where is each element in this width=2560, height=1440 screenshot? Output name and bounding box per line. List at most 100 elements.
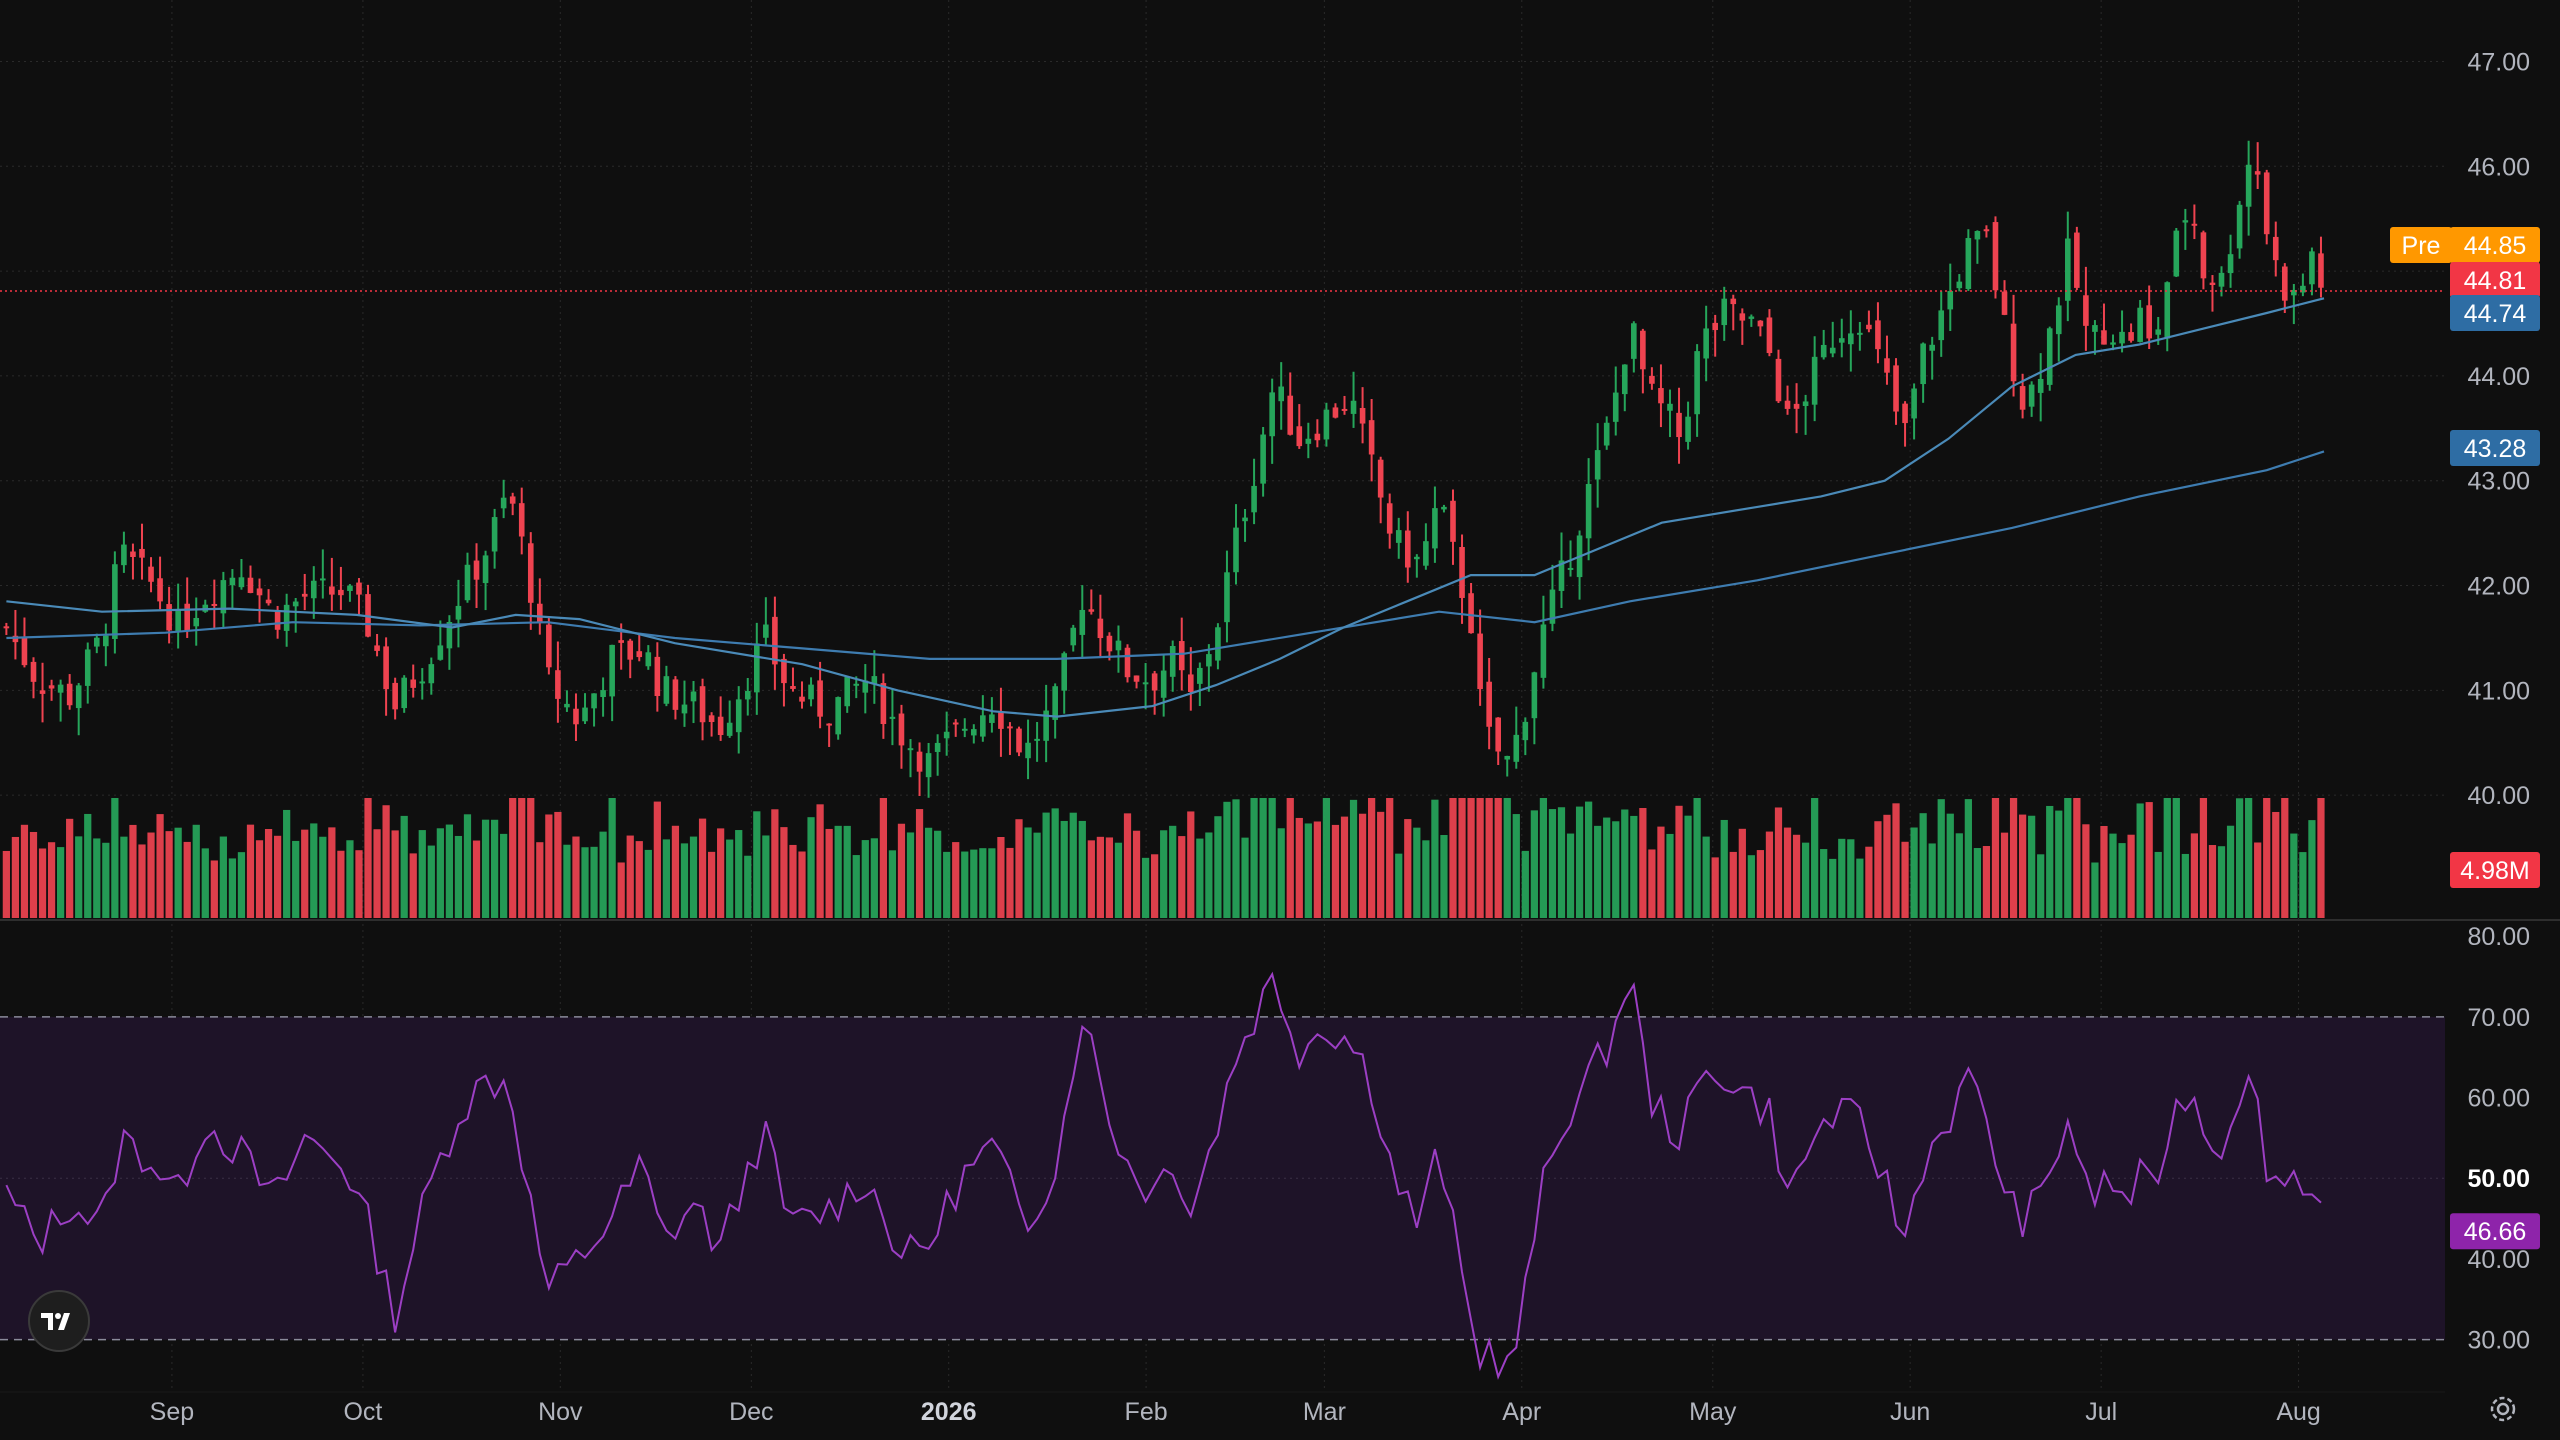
volume-bar xyxy=(463,814,472,918)
volume-bar xyxy=(1991,798,2000,918)
candle-body xyxy=(3,626,10,629)
volume-bar xyxy=(364,798,372,918)
price-tick-label: 46.00 xyxy=(2467,153,2530,181)
candle-body xyxy=(1097,618,1104,639)
volume-bar xyxy=(1630,815,1638,918)
badge-text: 4.98M xyxy=(2460,857,2529,885)
volume-bar xyxy=(201,848,209,918)
candle-body xyxy=(455,605,462,620)
volume-bar xyxy=(2037,854,2045,918)
volume-bar xyxy=(1169,825,1177,918)
candle-body xyxy=(1377,459,1384,498)
candle-body xyxy=(347,585,353,591)
badge-text: 46.66 xyxy=(2464,1218,2527,1246)
candle-body xyxy=(2236,204,2243,249)
volume-bar xyxy=(210,860,218,918)
rsi-value-badge: 46.66 xyxy=(2450,1213,2540,1250)
tradingview-logo-icon[interactable] xyxy=(28,1290,90,1352)
candle-body xyxy=(1829,347,1836,354)
volume-bar xyxy=(255,840,264,918)
candle-body xyxy=(1305,438,1312,444)
rsi-tick-label: 60.00 xyxy=(2467,1085,2530,1113)
time-tick-label: Mar xyxy=(1303,1398,1346,1426)
volume-bar xyxy=(1666,833,1674,918)
volume-bar xyxy=(608,798,616,918)
volume-bar xyxy=(744,855,752,918)
volume-bar xyxy=(2018,814,2027,918)
volume-bar xyxy=(1973,848,1982,918)
candle-body xyxy=(1748,316,1755,319)
volume-bar xyxy=(1892,803,1900,918)
volume-bar xyxy=(273,835,282,918)
volume-bar xyxy=(2208,845,2217,918)
candle-body xyxy=(627,640,634,660)
candle-body xyxy=(1269,392,1275,437)
volume-bar xyxy=(1720,819,1728,918)
candle-body xyxy=(2101,330,2107,345)
candle-body xyxy=(1197,667,1203,684)
volume-bar xyxy=(581,847,589,918)
candle-body xyxy=(1793,403,1800,409)
candle-body xyxy=(754,643,760,693)
volume-bar xyxy=(1539,798,1548,918)
time-tick-label: Nov xyxy=(538,1398,583,1426)
volume-bar xyxy=(2073,798,2081,918)
candle-body xyxy=(699,686,706,723)
candle-body xyxy=(1341,408,1348,411)
price-tick-label: 43.00 xyxy=(2467,468,2530,496)
candle-body xyxy=(1857,332,1863,335)
badge-text: 43.28 xyxy=(2464,435,2527,463)
volume-bar xyxy=(2199,798,2208,918)
candle-body xyxy=(383,646,389,690)
candle-body xyxy=(1658,388,1664,404)
volume-bar xyxy=(707,851,716,918)
volume-bar xyxy=(1756,850,1765,918)
volume-bar xyxy=(228,858,237,918)
volume-bar xyxy=(1765,831,1774,918)
candle-body xyxy=(1486,681,1492,727)
volume-bar xyxy=(1069,812,1077,918)
volume-bar xyxy=(1078,820,1086,918)
volume-bar xyxy=(1476,798,1484,918)
volume-bar xyxy=(825,828,833,918)
candle-body xyxy=(2173,230,2180,277)
candle-body xyxy=(464,564,471,601)
candle-body xyxy=(1757,320,1764,327)
candle-body xyxy=(1667,403,1673,411)
volume-bar xyxy=(1440,835,1448,918)
volume-bar xyxy=(1232,799,1240,918)
candle-body xyxy=(2092,325,2098,332)
gear-icon[interactable] xyxy=(2486,1392,2520,1426)
volume-bar xyxy=(120,836,128,918)
volume-bar xyxy=(780,827,788,918)
candle-body xyxy=(491,517,498,552)
price-chart[interactable]: 47.0046.0045.0044.0043.0042.0041.0040.00… xyxy=(0,0,2560,1440)
candle-body xyxy=(1522,721,1529,741)
candle-body xyxy=(555,670,561,699)
candle-body xyxy=(1296,426,1303,447)
volume-bar xyxy=(1178,836,1186,918)
candle-body xyxy=(763,624,769,638)
volume-bar xyxy=(147,832,155,918)
volume-bar xyxy=(1530,810,1538,918)
candle-body xyxy=(1848,333,1854,345)
sma-200-line xyxy=(6,450,2325,660)
candle-body xyxy=(2046,328,2053,385)
volume-bar xyxy=(75,836,83,918)
volume-bar xyxy=(807,817,815,918)
candle-body xyxy=(1739,313,1746,321)
volume-bar xyxy=(599,831,607,918)
candle-body xyxy=(21,636,28,666)
volume-bar xyxy=(192,824,200,918)
candle-body xyxy=(139,548,145,558)
volume-bar xyxy=(680,843,689,918)
volume-bar xyxy=(1259,798,1267,918)
candle-body xyxy=(1187,674,1194,692)
volume-bar xyxy=(84,813,92,918)
volume-bar xyxy=(509,798,517,918)
volume-bar xyxy=(2000,832,2009,918)
candle-body xyxy=(1676,412,1682,438)
candle-body xyxy=(618,640,624,643)
candle-body xyxy=(726,722,733,736)
volume-bar xyxy=(1413,827,1421,918)
